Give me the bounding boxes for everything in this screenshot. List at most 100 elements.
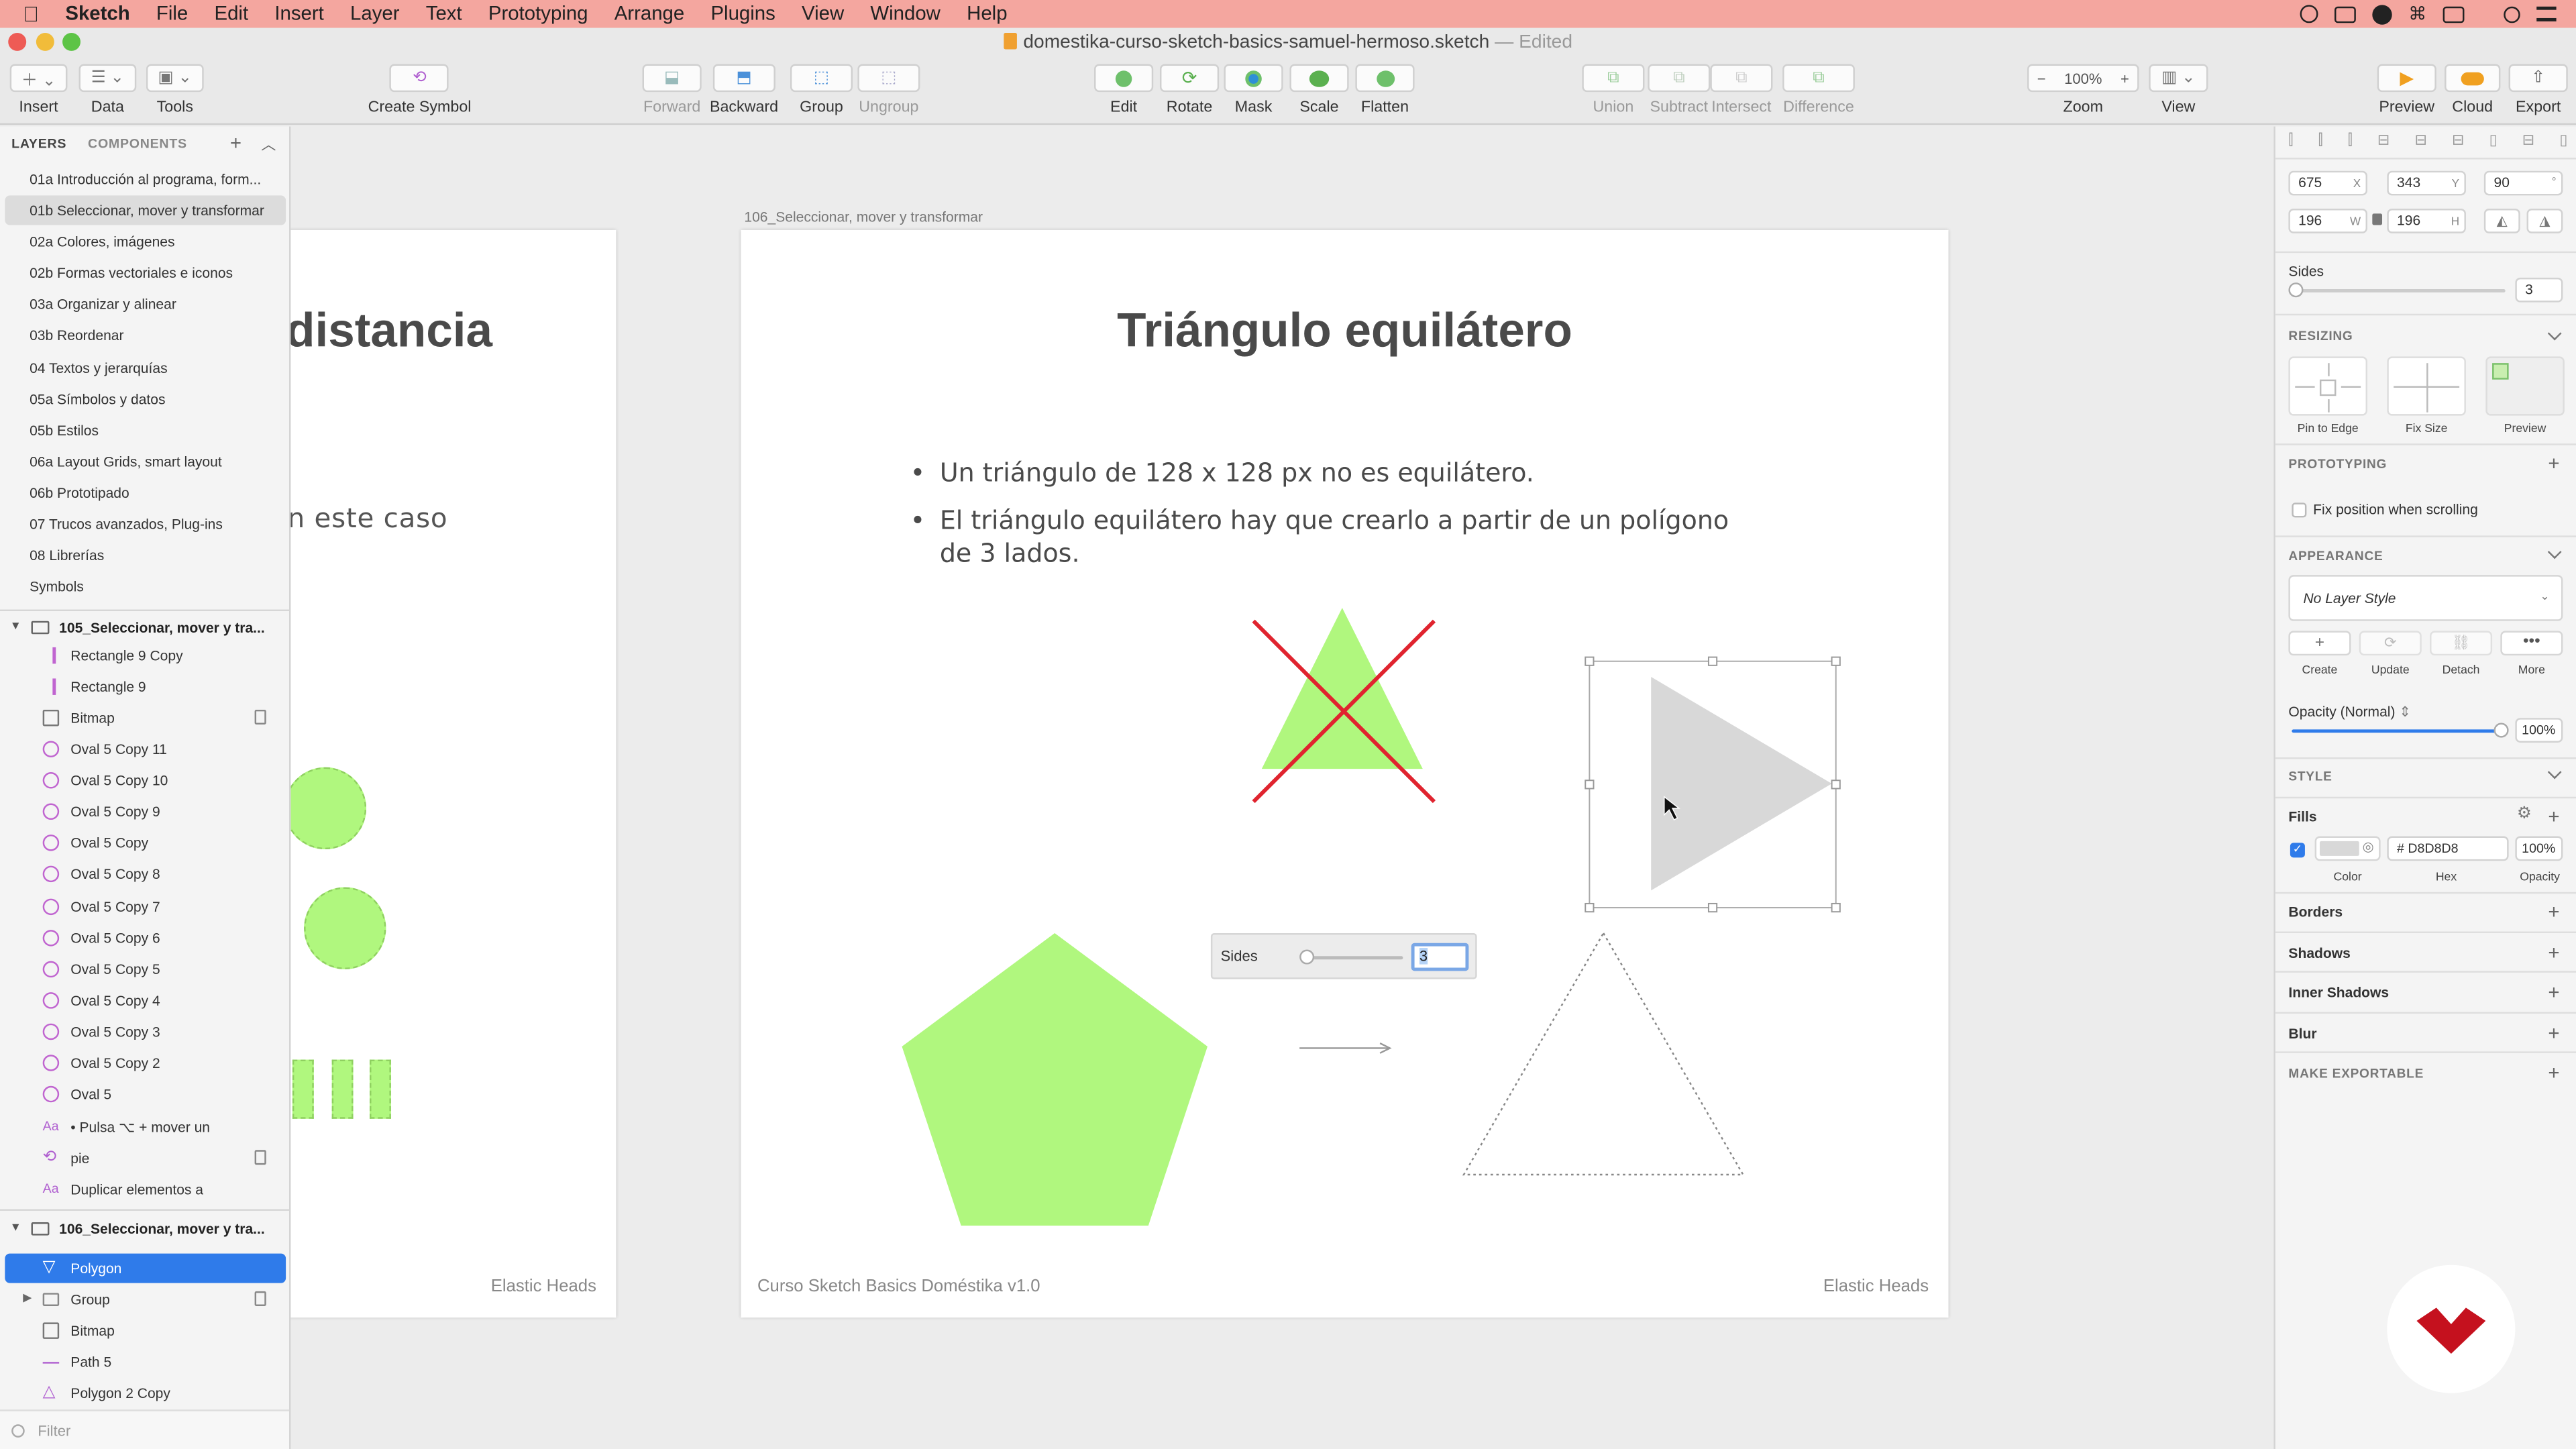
layer-row[interactable]: Oval 5 Copy 5: [5, 955, 286, 984]
sides-slider-thumb[interactable]: [2288, 282, 2304, 298]
distribute-icon[interactable]: ▯: [2559, 131, 2567, 151]
preview-tool[interactable]: ▶ Preview: [2377, 64, 2436, 117]
flatten-tool[interactable]: Flatten: [1355, 64, 1415, 117]
align-left-icon[interactable]: ⫿: [2288, 131, 2293, 151]
intersect-tool[interactable]: ⧉ Intersect: [1710, 64, 1773, 117]
lock-ratio-icon[interactable]: [2372, 213, 2383, 225]
menu-window[interactable]: Window: [857, 0, 954, 28]
layer-row[interactable]: Oval 5 Copy 9: [5, 797, 286, 826]
menu-app[interactable]: Sketch: [52, 0, 144, 28]
page-item[interactable]: 03a Organizar y alinear: [5, 289, 286, 319]
lock-icon[interactable]: [254, 1150, 266, 1165]
tools-button[interactable]: ▣ ⌄: [146, 64, 204, 93]
rectangle-shape[interactable]: [370, 1059, 391, 1119]
zoom-control[interactable]: − 100% +: [2027, 64, 2139, 93]
layer-row[interactable]: ⟲ pie: [5, 1143, 286, 1173]
pin-bottom-icon[interactable]: [2328, 399, 2330, 413]
menu-layer[interactable]: Layer: [337, 0, 413, 28]
oval-shape[interactable]: [290, 767, 367, 850]
fill-hex-field[interactable]: # D8D8D8: [2387, 836, 2509, 861]
opacity-slider-track[interactable]: [2292, 729, 2502, 733]
fill-opacity-field[interactable]: 100%: [2515, 836, 2563, 861]
artboard-row-105[interactable]: ▼ 105_Seleccionar, mover y tra...: [0, 612, 289, 642]
menu-text[interactable]: Text: [413, 0, 475, 28]
sides-slider-track[interactable]: [1304, 956, 1403, 960]
flip-horizontal-button[interactable]: ◭: [2483, 209, 2520, 233]
filter-field[interactable]: Filter: [0, 1409, 290, 1449]
layer-row[interactable]: Aa Duplicar elementos a: [5, 1175, 286, 1204]
page-item[interactable]: 05b Estilos: [5, 416, 286, 445]
spotlight-icon[interactable]: [2504, 5, 2520, 23]
oval-shape[interactable]: [304, 887, 386, 969]
layer-row[interactable]: △ Polygon 2 Copy: [5, 1379, 286, 1408]
page-item[interactable]: 03b Reordenar: [5, 321, 286, 350]
insert-button[interactable]: ＋ ⌄: [9, 64, 68, 93]
layer-row[interactable]: Oval 5 Copy 11: [5, 735, 286, 764]
opacity-field[interactable]: 100%: [2515, 718, 2563, 743]
add-inner-shadow-icon[interactable]: +: [2548, 982, 2559, 1002]
page-item-selected[interactable]: 01b Seleccionar, mover y transformar: [5, 195, 286, 225]
layer-row[interactable]: Oval 5 Copy 2: [5, 1048, 286, 1077]
add-blur-icon[interactable]: +: [2548, 1024, 2559, 1043]
menu-arrange[interactable]: Arrange: [601, 0, 698, 28]
opacity-slider-thumb[interactable]: [2493, 722, 2509, 738]
gear-icon[interactable]: ⚙: [2517, 805, 2532, 823]
layer-row[interactable]: Rectangle 9: [5, 672, 286, 702]
menu-help[interactable]: Help: [954, 0, 1021, 28]
chevron-down-icon[interactable]: [2547, 326, 2562, 341]
screen-icon[interactable]: [2334, 5, 2356, 23]
align-middle-icon[interactable]: ⊟: [2414, 131, 2426, 151]
artboard-106[interactable]: Triángulo equilátero • Un triángulo de 12…: [741, 229, 1949, 1318]
green-pentagon[interactable]: [902, 933, 1208, 1226]
layer-row[interactable]: Oval 5 Copy 6: [5, 923, 286, 953]
distribute-h-icon[interactable]: ▯: [2489, 131, 2498, 151]
backward-button[interactable]: ⬒: [712, 64, 775, 93]
layer-row[interactable]: Path 5: [5, 1347, 286, 1377]
data-button[interactable]: ☰ ⌄: [78, 64, 137, 93]
opacity-label[interactable]: Opacity (Normal) ⇕: [2288, 703, 2411, 721]
layer-row[interactable]: Oval 5 Copy: [5, 828, 286, 857]
edit-tool[interactable]: Edit: [1094, 64, 1154, 117]
menu-prototyping[interactable]: Prototyping: [475, 0, 601, 28]
zoom-tool[interactable]: − 100% + Zoom: [2027, 64, 2139, 117]
layer-row[interactable]: Oval 5 Copy 10: [5, 765, 286, 795]
layer-row[interactable]: Oval 5 Copy 3: [5, 1017, 286, 1046]
detach-style-button[interactable]: ⛓: [2430, 631, 2493, 656]
create-style-button[interactable]: +: [2288, 631, 2351, 656]
rectangle-shape[interactable]: [331, 1059, 354, 1119]
union-tool[interactable]: ⧉ Union: [1582, 64, 1645, 117]
page-item[interactable]: 06b Prototipado: [5, 478, 286, 508]
backward-tool[interactable]: ⬒ Backward: [710, 64, 778, 117]
wifi-icon[interactable]: ⌘: [2408, 3, 2426, 24]
insert-tool[interactable]: ＋ ⌄ Insert: [9, 64, 68, 117]
zoom-in-icon[interactable]: +: [2121, 70, 2129, 86]
menu-plugins[interactable]: Plugins: [698, 0, 789, 28]
data-tool[interactable]: ☰ ⌄ Data: [78, 64, 137, 117]
page-item[interactable]: Symbols: [5, 572, 286, 601]
subtract-button[interactable]: ⧉: [1648, 64, 1711, 93]
fix-size-control[interactable]: [2387, 356, 2466, 416]
rotate-tool[interactable]: ⟳ Rotate: [1159, 64, 1220, 117]
control-center-icon[interactable]: [2536, 6, 2557, 21]
page-item[interactable]: 01a Introducción al programa, form...: [5, 164, 286, 194]
fill-enabled-checkbox[interactable]: ✓: [2290, 843, 2305, 858]
add-shadow-icon[interactable]: +: [2548, 943, 2559, 963]
menu-edit[interactable]: Edit: [201, 0, 262, 28]
record-icon[interactable]: [2300, 5, 2318, 23]
flip-vertical-button[interactable]: ◮: [2526, 209, 2563, 233]
pin-left-icon[interactable]: [2295, 386, 2315, 388]
more-style-button[interactable]: •••: [2500, 631, 2563, 656]
y-field[interactable]: 343 Y: [2387, 170, 2466, 196]
sides-slider-track[interactable]: [2292, 289, 2506, 292]
tools-tool[interactable]: ▣ ⌄ Tools: [146, 64, 204, 117]
mask-button[interactable]: [1224, 64, 1283, 93]
create-symbol-button[interactable]: ⟲: [390, 64, 449, 93]
update-style-button[interactable]: ⟳: [2359, 631, 2422, 656]
page-item[interactable]: 04 Textos y jerarquías: [5, 354, 286, 383]
flatten-button[interactable]: [1355, 64, 1415, 93]
mask-tool[interactable]: Mask: [1224, 64, 1283, 117]
layer-row[interactable]: Rectangle 9 Copy: [5, 641, 286, 670]
disclosure-triangle-icon[interactable]: ▶: [23, 1285, 32, 1314]
width-field[interactable]: 196 W: [2288, 209, 2367, 233]
canvas[interactable]: distancia n este caso Elastic Heads 106_…: [290, 126, 2274, 1449]
